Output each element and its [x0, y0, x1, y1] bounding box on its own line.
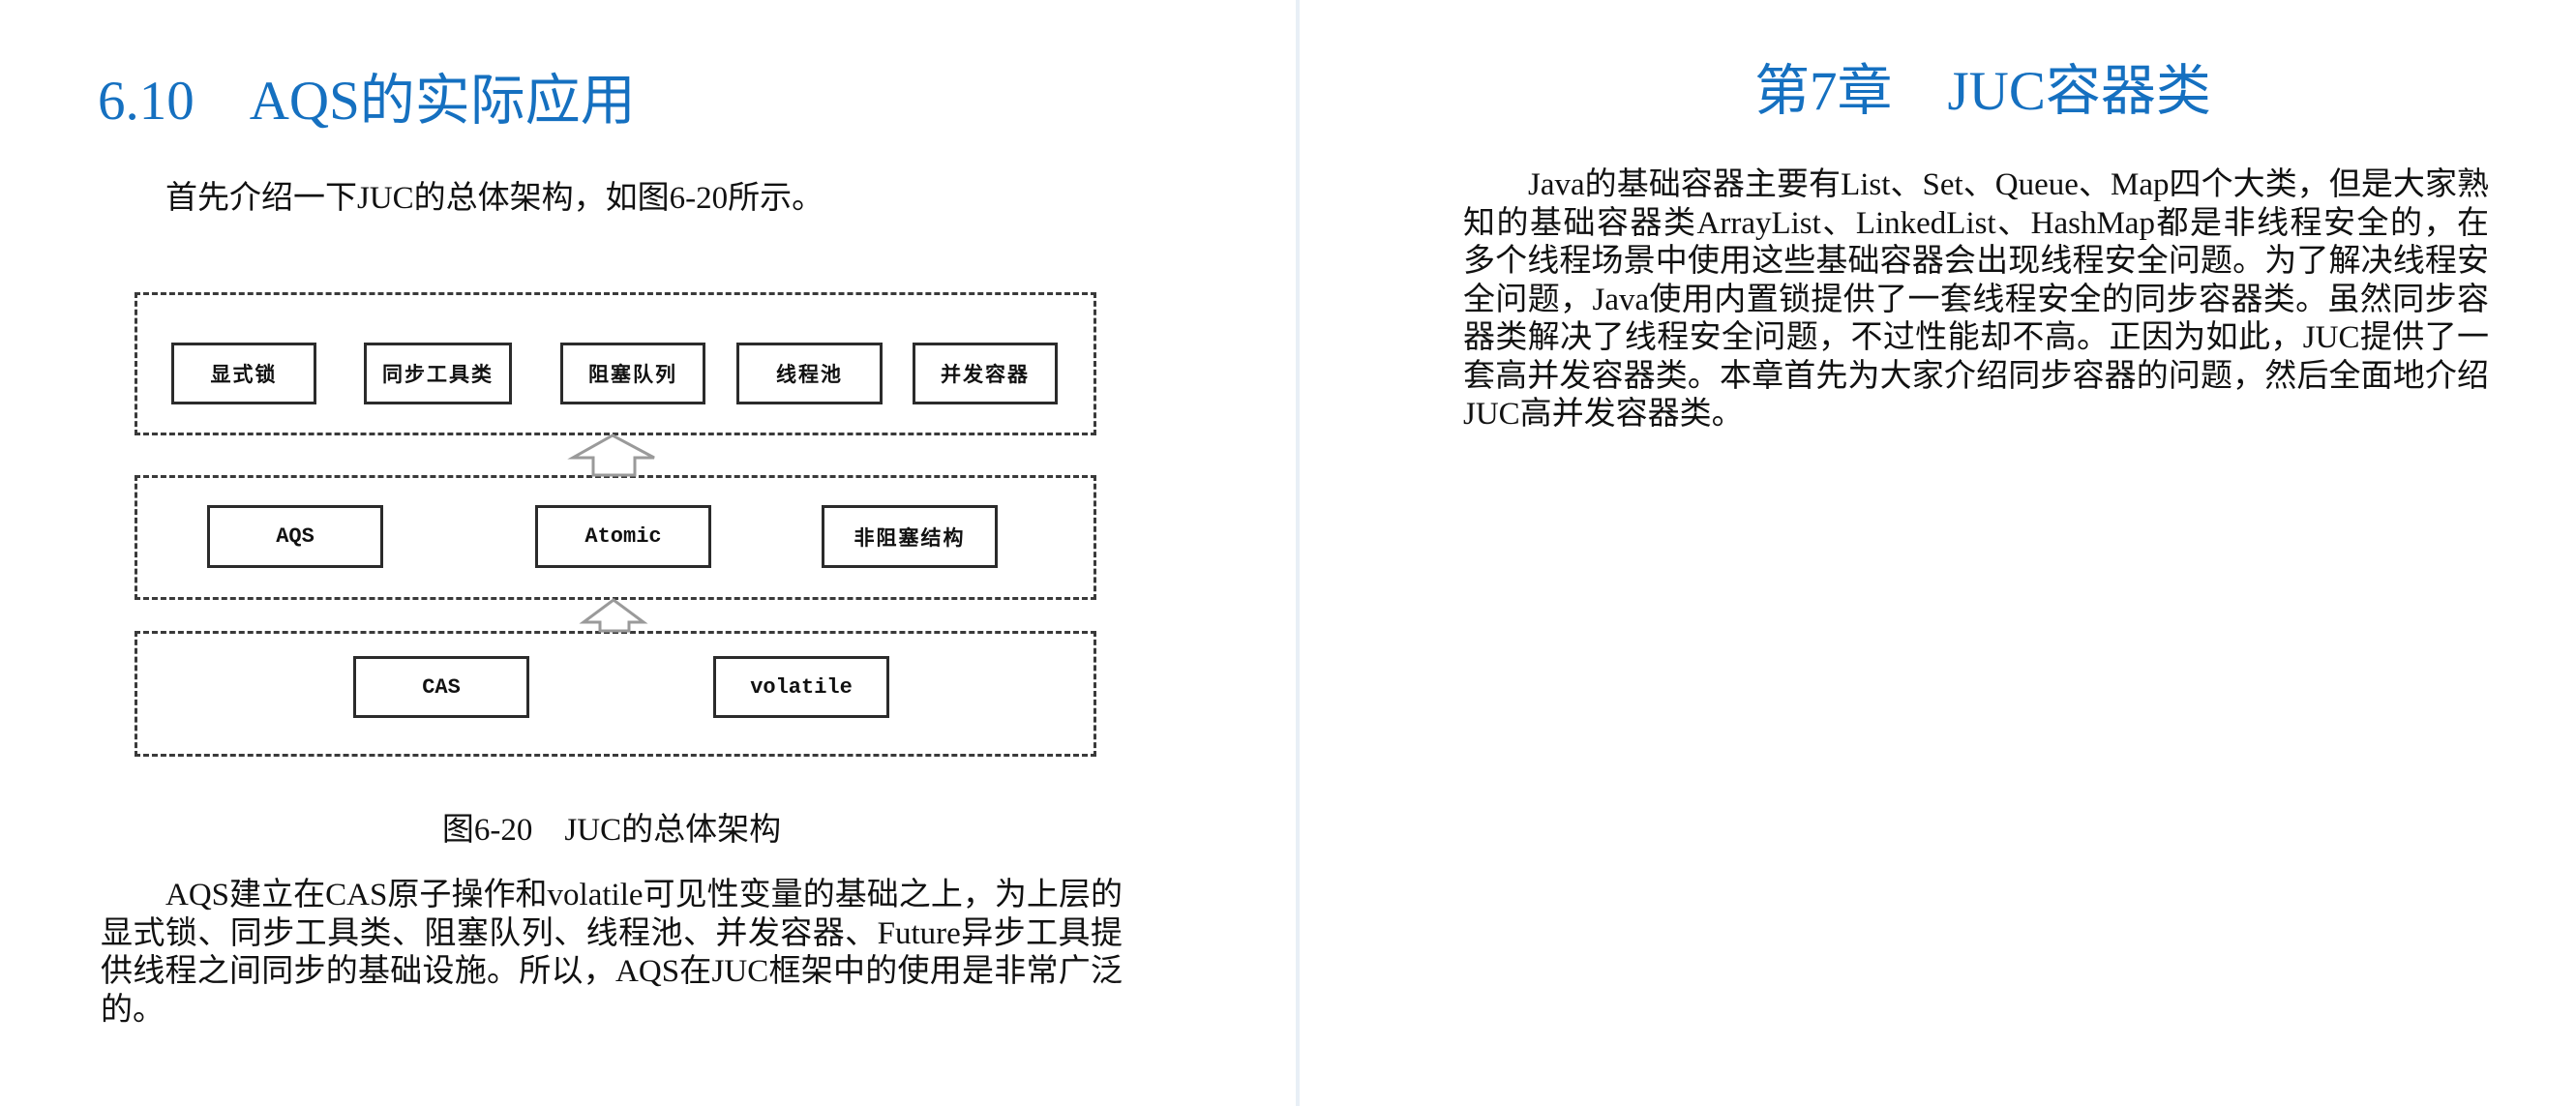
diagram-node-thread-pool: 线程池: [736, 343, 883, 404]
right-page: 第7章 JUC容器类 Java的基础容器主要有List、Set、Queue、Ma…: [1300, 0, 2576, 1106]
diagram-node-aqs: AQS: [207, 505, 383, 568]
diagram-node-sync-tools: 同步工具类: [364, 343, 512, 404]
diagram-layer-bottom: [135, 631, 1096, 757]
body-paragraph: AQS建立在CAS原子操作和volatile可见性变量的基础之上，为上层的显式锁…: [101, 878, 1123, 1028]
diagram-node-volatile: volatile: [713, 656, 889, 718]
left-page: 6.10 AQS的实际应用 首先介绍一下JUC的总体架构，如图6-20所示。 显…: [0, 0, 1296, 1106]
diagram-node-atomic: Atomic: [535, 505, 711, 568]
figure-caption: 图6-20 JUC的总体架构: [441, 813, 782, 848]
up-arrow-icon: [567, 433, 655, 477]
chapter-title: 第7章 JUC容器类: [1754, 61, 2211, 122]
diagram-node-blocking-queue: 阻塞队列: [560, 343, 705, 404]
intro-paragraph: 首先介绍一下JUC的总体架构，如图6-20所示。: [165, 181, 824, 216]
body-paragraph: Java的基础容器主要有List、Set、Queue、Map四个大类，但是大家熟…: [1463, 167, 2489, 432]
up-arrow-icon: [579, 598, 648, 633]
diagram-node-cas: CAS: [353, 656, 529, 718]
diagram-node-concurrent-containers: 并发容器: [913, 343, 1058, 404]
diagram-node-explicit-lock: 显式锁: [171, 343, 316, 404]
diagram-node-non-blocking: 非阻塞结构: [822, 505, 998, 568]
section-title: 6.10 AQS的实际应用: [98, 71, 636, 132]
